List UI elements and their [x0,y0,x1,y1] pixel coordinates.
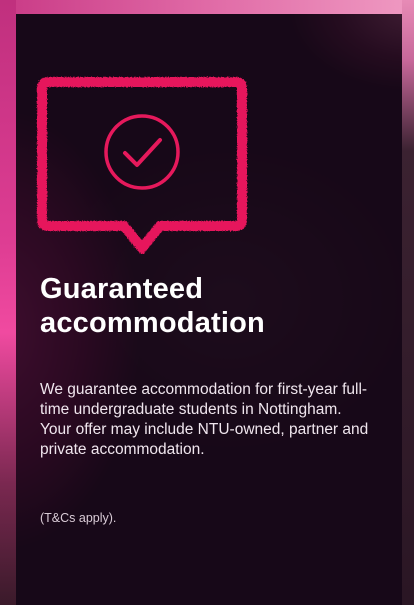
hero-panel: Guaranteed accommodation We guarantee ac… [0,0,414,605]
speech-bubble-checkmark-icon [37,77,247,254]
background-photo-top [0,0,414,14]
card-description: We guarantee accommodation for first-yea… [40,381,369,458]
background-photo-right [402,0,414,605]
card-title: Guaranteed accommodation [40,273,265,339]
background-photo-left [0,0,16,605]
terms-note: (T&Cs apply). [40,511,117,525]
